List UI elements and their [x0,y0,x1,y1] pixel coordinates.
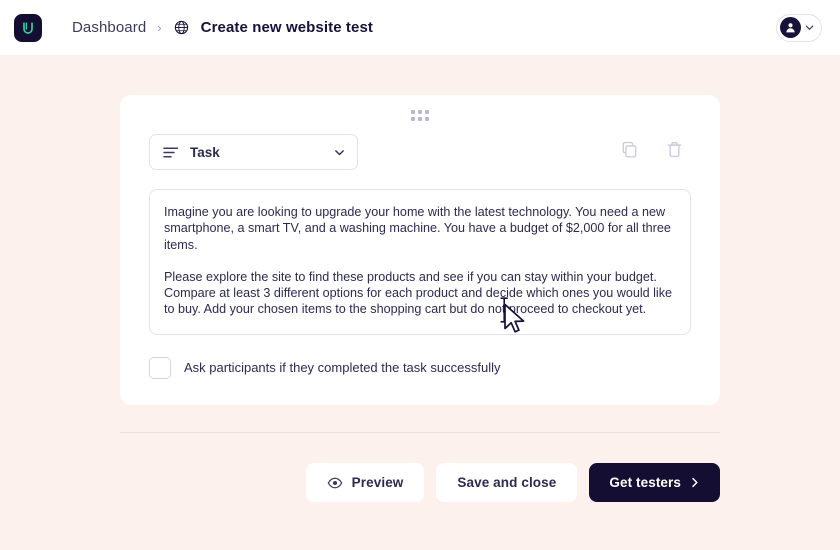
block-header-row: Task [149,134,691,170]
task-paragraph-2: Please explore the site to find these pr… [164,269,673,317]
get-testers-button[interactable]: Get testers [589,463,720,502]
drag-handle[interactable] [149,95,691,125]
success-question-row[interactable]: Ask participants if they completed the t… [149,356,691,379]
success-question-checkbox[interactable] [149,356,171,379]
success-question-label: Ask participants if they completed the t… [184,360,501,376]
task-paragraph-1: Imagine you are looking to upgrade your … [164,205,671,252]
duplicate-block-button[interactable] [620,140,639,164]
copy-icon [622,141,637,158]
preview-button[interactable]: Preview [305,463,425,502]
block-type-value: Task [190,144,220,160]
trash-icon [667,142,682,158]
app-header: Dashboard › Create new website test [0,0,840,55]
app-logo[interactable] [14,13,42,42]
breadcrumb-dashboard-link[interactable]: Dashboard [72,19,146,36]
globe-icon [173,19,190,36]
chevron-down-icon [805,25,814,30]
delete-block-button[interactable] [665,140,684,164]
section-divider [120,432,720,433]
get-testers-label: Get testers [609,475,681,490]
preview-button-label: Preview [351,475,404,490]
save-and-close-label: Save and close [457,475,557,490]
eye-icon [327,477,343,488]
chevron-down-icon [335,149,344,155]
userbrain-logo-icon [23,21,33,34]
text-lines-icon [163,147,179,157]
task-description-input[interactable]: Imagine you are looking to upgrade your … [149,189,691,335]
avatar [780,17,801,38]
footer-actions: Preview Save and close Get testers [305,463,720,502]
block-actions [620,140,684,164]
page-title: Create new website test [200,19,374,36]
drag-dots-icon [411,109,429,121]
breadcrumb-separator: › [157,20,162,35]
account-menu-button[interactable] [776,13,822,42]
main-content: Task Imagine you are looking to upgrade … [0,55,840,550]
chevron-right-icon [692,477,698,488]
breadcrumb: Dashboard › Create new website test [72,19,373,36]
person-icon [786,23,795,33]
block-type-select[interactable]: Task [149,134,358,170]
save-and-close-button[interactable]: Save and close [436,463,578,502]
task-block-card: Task Imagine you are looking to upgrade … [120,95,720,405]
